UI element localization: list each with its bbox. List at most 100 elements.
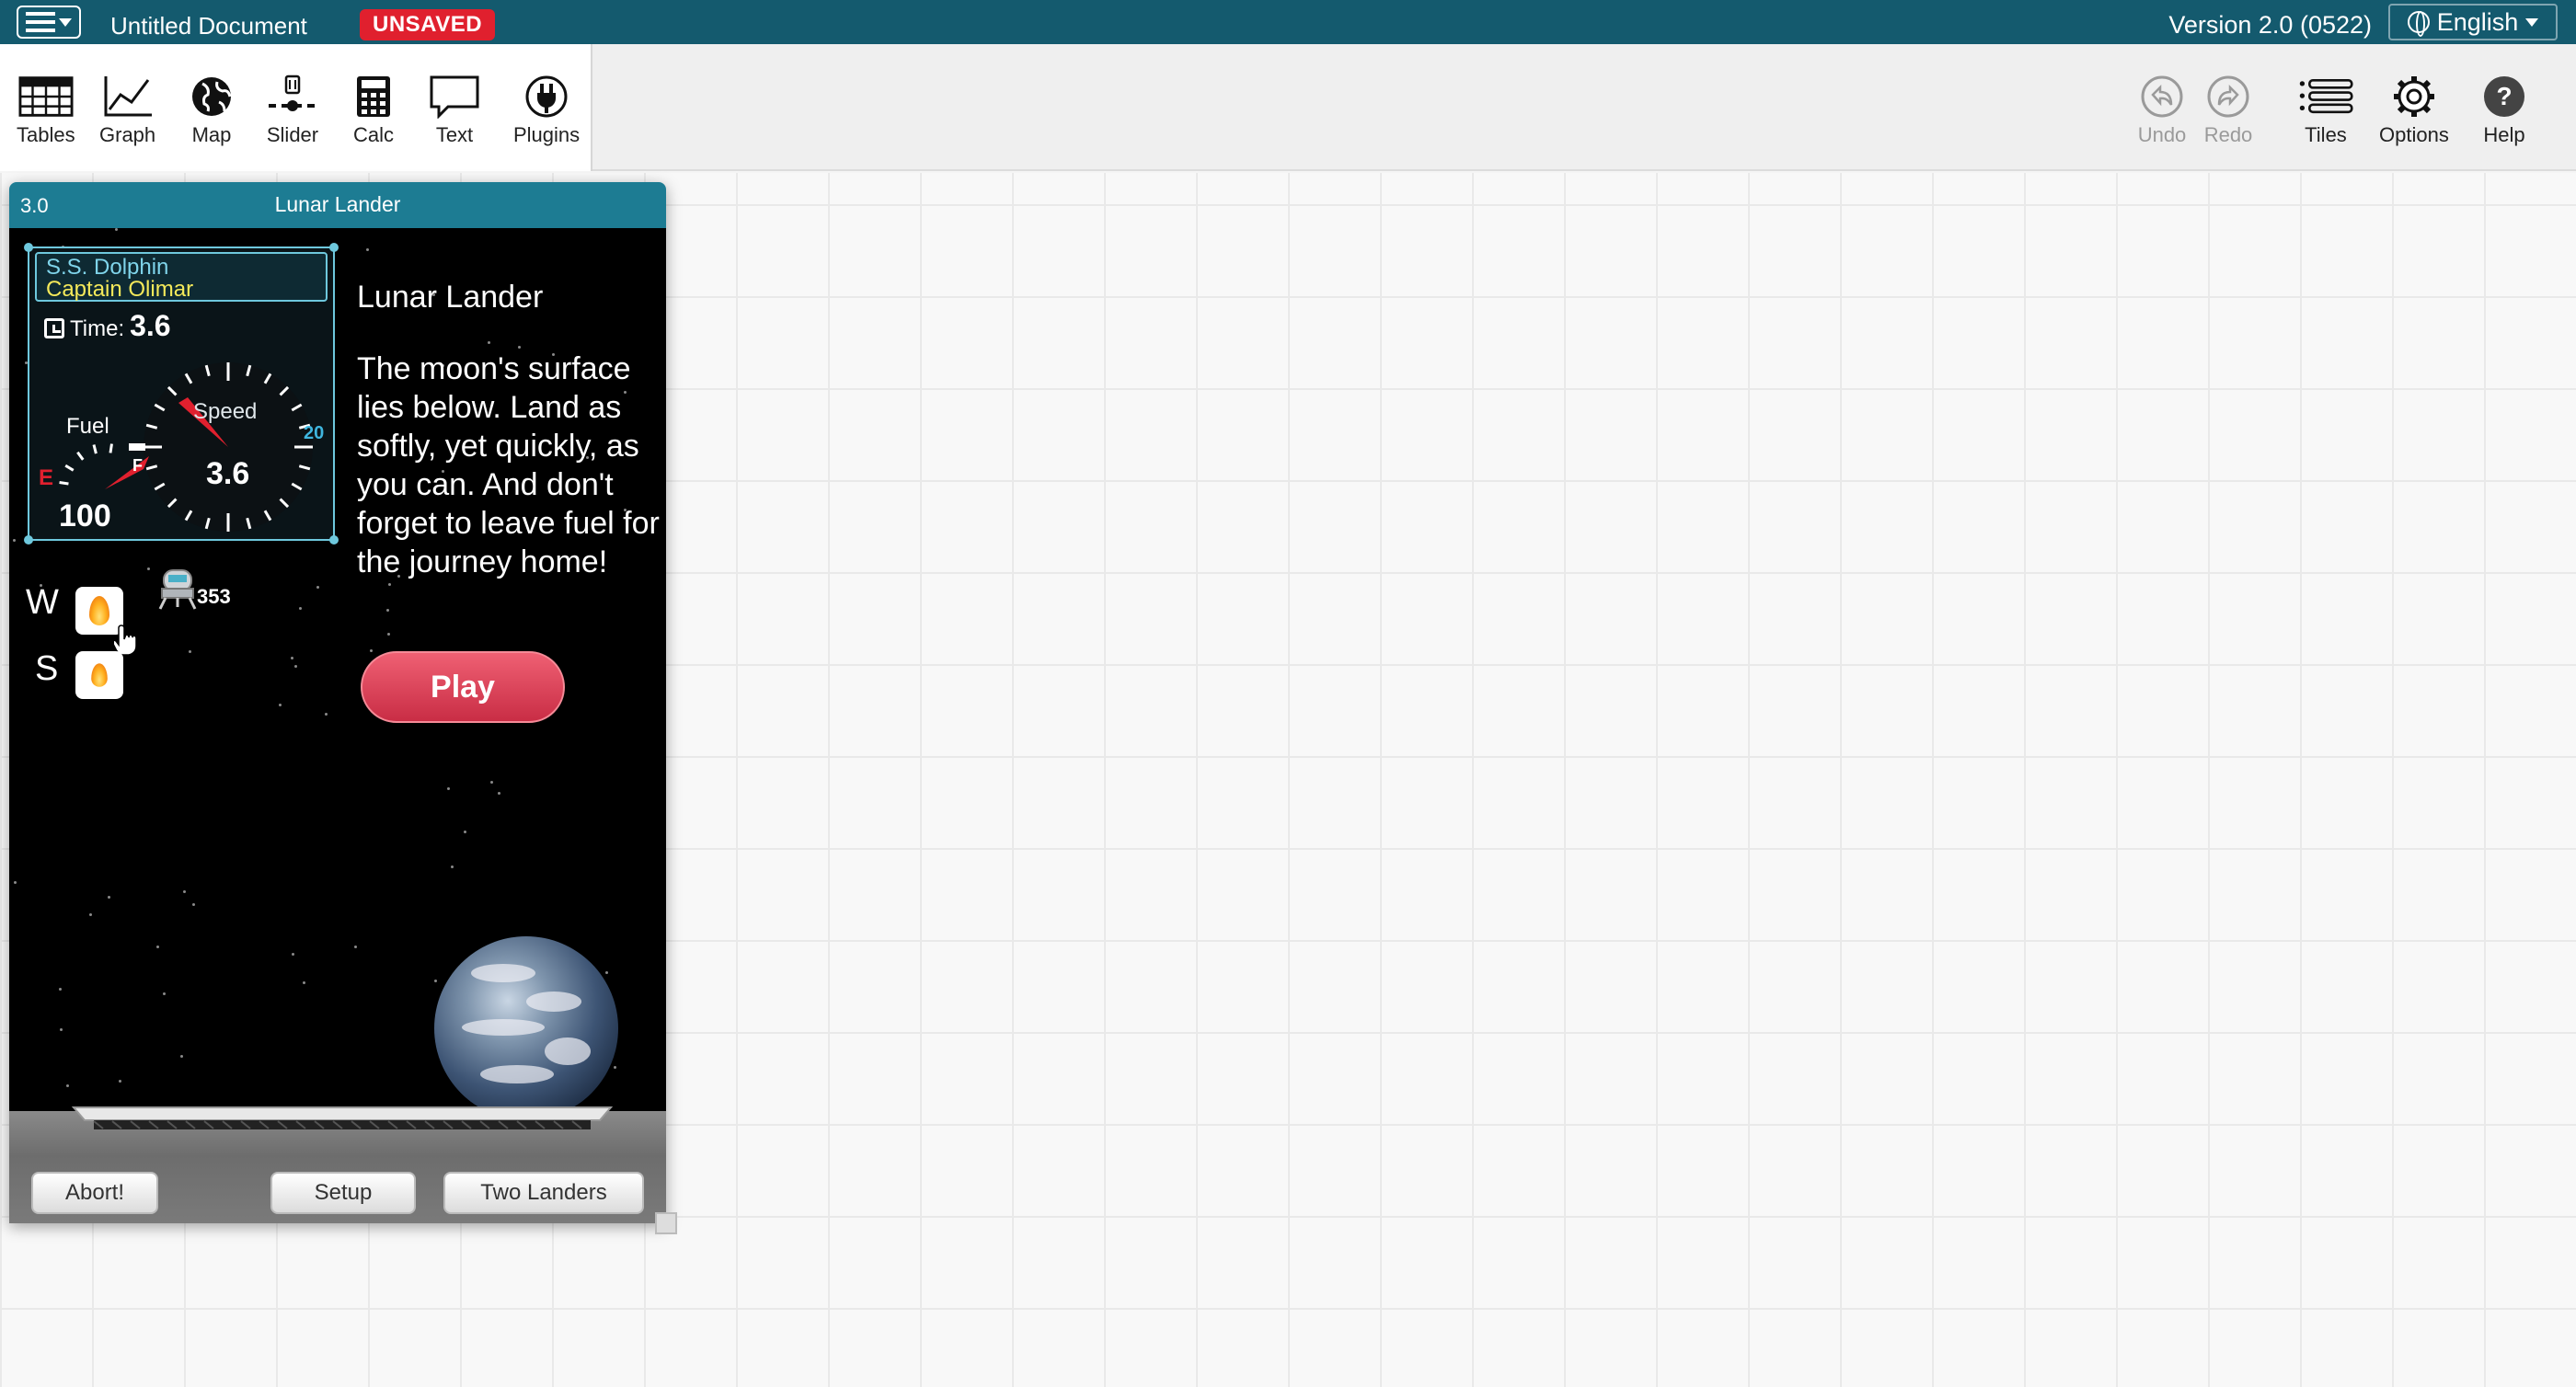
chevron-down-icon [2525,17,2539,27]
play-button[interactable]: Play [361,651,565,723]
tiles-list-icon [2298,74,2353,120]
tool-label: Options [2379,123,2449,146]
landing-pad [71,1106,614,1129]
star [180,1055,183,1058]
star [294,665,297,668]
star [488,341,490,344]
tile-title-bar[interactable]: 3.0 Lunar Lander [9,182,666,228]
star [316,586,319,589]
abort-button[interactable]: Abort! [31,1172,158,1214]
graph-tool-button[interactable]: Graph [99,74,155,147]
star [14,881,17,884]
globe-icon [2407,11,2430,37]
help-button[interactable]: ? Help [2477,74,2532,147]
text-bubble-icon [427,74,482,120]
redo-icon [2201,74,2256,120]
tool-label: Help [2483,123,2525,146]
star [498,792,500,795]
star [299,607,302,610]
star [370,649,373,652]
unsaved-badge: UNSAVED [360,9,496,40]
star [366,248,369,251]
fuel-empty-mark: E [39,465,54,490]
star [605,971,608,974]
svg-text:F: F [132,456,143,475]
fuel-value: 100 [59,499,111,533]
setup-button[interactable]: Setup [270,1172,416,1214]
hamburger-icon [26,12,55,32]
undo-button[interactable]: Undo [2134,74,2190,147]
flame-icon [89,596,109,625]
table-icon [18,74,74,120]
speed-label: Speed [193,399,258,424]
two-landers-button[interactable]: Two Landers [443,1172,644,1214]
earth-image [434,936,618,1120]
star [303,981,305,984]
tool-palette: Tables Graph Map Slider Calc Text Plugin… [0,44,592,171]
star [388,583,391,586]
language-label: English [2436,7,2519,36]
redo-button[interactable]: Redo [2201,74,2256,147]
text-tool-button[interactable]: Text [427,74,482,147]
star [490,781,493,784]
gear-icon [2386,74,2442,120]
tool-label: Redo [2203,123,2253,146]
calc-tool-button[interactable]: Calc [346,74,401,147]
undo-icon [2134,74,2190,120]
star [291,657,293,659]
plugins-tool-button[interactable]: Plugins [513,74,580,147]
star [614,1066,616,1069]
hamburger-menu-button[interactable] [17,6,81,39]
tool-label: Undo [2137,123,2187,146]
tiles-button[interactable]: Tiles [2298,74,2353,147]
tool-label: Plugins [513,123,581,146]
tool-label: Text [435,123,474,146]
star [115,228,118,231]
star [386,609,389,612]
star [13,539,16,542]
calculator-icon [346,74,401,120]
speed-max-label: 20 [304,423,325,443]
tool-label: Slider [266,123,319,146]
star [451,865,454,868]
globe-icon [184,74,239,120]
star [292,953,294,956]
star [108,896,110,899]
tile-resize-handle[interactable] [655,1212,677,1234]
star [279,704,282,706]
fuel-label: Fuel [66,414,109,439]
version-label: Version 2.0 (0522) [2168,11,2372,39]
top-bar: Untitled Document UNSAVED Version 2.0 (0… [0,0,2576,44]
thrust-down-button[interactable] [75,651,123,699]
tool-label: Map [191,123,232,146]
map-tool-button[interactable]: Map [184,74,239,147]
tool-label: Tables [17,123,75,146]
chevron-down-icon [59,17,72,27]
slider-icon [265,74,320,120]
star [387,633,390,636]
tables-tool-button[interactable]: Tables [17,74,75,147]
language-menu-button[interactable]: English [2388,4,2558,40]
star [156,946,159,948]
star [163,992,166,995]
toolshelf: Tables Graph Map Slider Calc Text Plugin… [0,44,2576,171]
game-heading: Lunar Lander [357,280,544,315]
svg-text:?: ? [2496,82,2512,110]
game-canvas[interactable]: S.S. Dolphin Captain Olimar Time: 3.6 F … [9,228,666,1223]
slider-tool-button[interactable]: Slider [265,74,320,147]
star [189,650,191,653]
star [192,903,195,906]
options-button[interactable]: Options [2379,74,2449,147]
star [434,980,437,982]
tile-title: Lunar Lander [274,192,401,216]
help-icon: ? [2477,74,2532,120]
star [59,988,62,991]
game-instructions: The moon's surface lies below. Land as s… [357,351,660,579]
lunar-lander-tile[interactable]: 3.0 Lunar Lander S.S. Dolphin Captain Ol… [9,182,666,1223]
star [183,890,186,893]
star [89,913,92,916]
star [447,787,450,790]
tool-label: Tiles [2305,123,2347,146]
star [518,346,521,349]
document-title[interactable]: Untitled Document [110,12,307,40]
